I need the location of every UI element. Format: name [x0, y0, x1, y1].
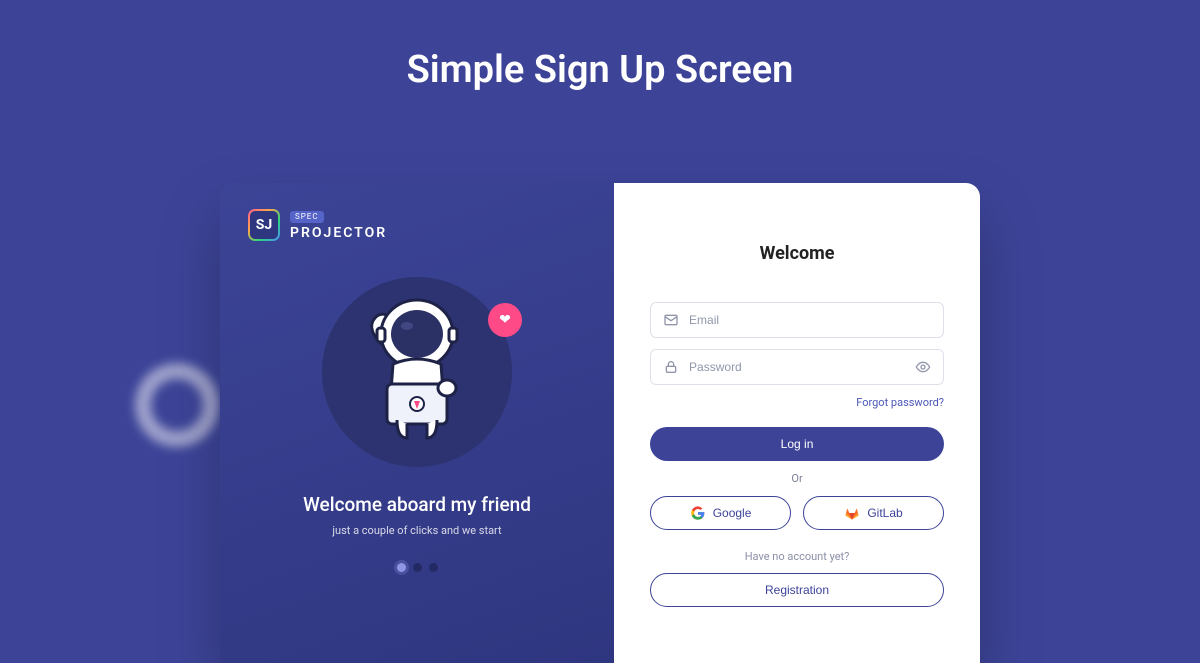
hero-illustration: ❤ [322, 277, 512, 467]
no-account-text: Have no account yet? [745, 550, 850, 563]
lock-icon [663, 359, 679, 375]
google-label: Google [713, 506, 752, 520]
hero-panel: SJ SPEC PROJECTOR [220, 183, 614, 663]
page-title: Simple Sign Up Screen [0, 48, 1200, 92]
gitlab-label: GitLab [867, 506, 902, 520]
login-button[interactable]: Log in [650, 427, 944, 461]
or-divider: Or [791, 472, 802, 485]
brand: SJ SPEC PROJECTOR [248, 209, 387, 241]
astronaut-icon [347, 288, 487, 448]
logo-icon: SJ [248, 209, 280, 241]
signup-card: SJ SPEC PROJECTOR [220, 183, 980, 663]
hero-subtitle: just a couple of clicks and we start [332, 524, 501, 537]
registration-button[interactable]: Registration [650, 573, 944, 607]
form-title: Welcome [760, 243, 835, 264]
password-input[interactable] [689, 360, 905, 374]
google-button[interactable]: Google [650, 496, 791, 530]
carousel-dots[interactable] [397, 563, 438, 572]
gitlab-button[interactable]: GitLab [803, 496, 944, 530]
email-input[interactable] [689, 313, 931, 327]
mail-icon [663, 312, 679, 328]
hero-title: Welcome aboard my friend [303, 493, 531, 516]
email-field[interactable] [650, 302, 944, 338]
carousel-dot-2[interactable] [413, 563, 422, 572]
google-icon [690, 505, 706, 521]
password-field[interactable] [650, 349, 944, 385]
brand-name: PROJECTOR [290, 226, 387, 240]
gitlab-icon [844, 505, 860, 521]
forgot-password-link[interactable]: Forgot password? [856, 396, 944, 409]
decorative-ring [135, 363, 219, 447]
carousel-dot-3[interactable] [429, 563, 438, 572]
heart-icon: ❤ [488, 303, 522, 337]
brand-tag: SPEC [290, 211, 324, 223]
eye-icon[interactable] [915, 359, 931, 375]
carousel-dot-1[interactable] [397, 563, 406, 572]
form-panel: Welcome Forgot password? Log in Or [614, 183, 980, 663]
